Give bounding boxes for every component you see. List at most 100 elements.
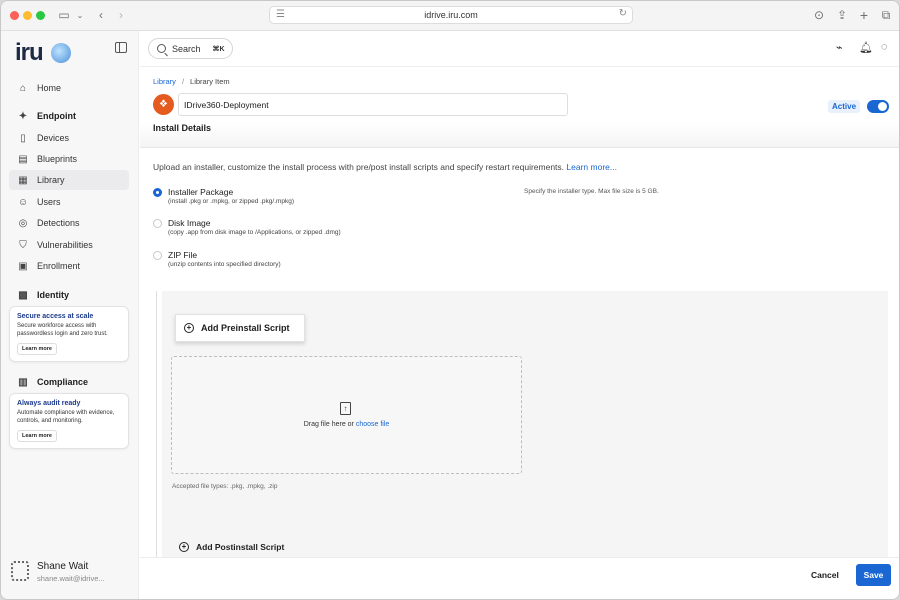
cancel-button[interactable]: Cancel bbox=[811, 570, 839, 580]
promo-title: Secure access at scale bbox=[17, 313, 94, 320]
radio-description: (copy .app from disk image to /Applicati… bbox=[168, 229, 341, 236]
search-label: Search bbox=[172, 43, 201, 54]
promo-card-identity: Secure access at scale Secure workforce … bbox=[9, 306, 129, 362]
devices-icon: ▯ bbox=[20, 132, 26, 144]
home-icon: ⌂ bbox=[19, 82, 27, 94]
sidebar-item-label: Library bbox=[37, 175, 65, 185]
sidebar-section-identity[interactable]: ▩ Identity bbox=[9, 285, 129, 305]
accepted-file-types: Accepted file types: .pkg, .mpkg, .zip bbox=[172, 483, 278, 490]
sidebar-item-label: Endpoint bbox=[37, 111, 76, 121]
site-settings-icon[interactable]: ☰ bbox=[276, 9, 285, 20]
sidebar-item-users[interactable]: ☺ Users bbox=[9, 192, 129, 212]
blueprints-icon: ▤ bbox=[18, 153, 28, 165]
sidebar-toggle-icon[interactable]: ▭ bbox=[57, 7, 71, 23]
save-button[interactable]: Save bbox=[856, 564, 891, 586]
radio-button[interactable] bbox=[153, 251, 162, 260]
address-bar[interactable]: ☰ idrive.iru.com ↻ bbox=[269, 6, 633, 24]
plus-circle-icon: + bbox=[184, 323, 194, 333]
breadcrumb-separator: / bbox=[181, 77, 185, 86]
button-label: Add Postinstall Script bbox=[196, 542, 285, 552]
drop-instruction: Drag file here or bbox=[303, 421, 354, 428]
user-profile[interactable]: Shane Wait shane.wait@idrive... bbox=[9, 557, 134, 587]
shield-icon: ⛉ bbox=[19, 239, 27, 251]
sidebar-item-devices[interactable]: ▯ Devices bbox=[9, 128, 129, 148]
search-shortcut: ⌘K bbox=[212, 45, 225, 53]
active-toggle[interactable] bbox=[867, 100, 889, 113]
sidebar-section-endpoint[interactable]: ✦ Endpoint bbox=[9, 106, 129, 126]
user-email: shane.wait@idrive... bbox=[37, 574, 105, 583]
sidebar-item-detections[interactable]: ◎ Detections bbox=[9, 213, 129, 233]
bell-icon[interactable]: 🔔︎ bbox=[859, 41, 873, 54]
radio-button[interactable] bbox=[153, 219, 162, 228]
endpoint-icon: ✦ bbox=[18, 110, 28, 122]
sidebar-item-label: Vulnerabilities bbox=[37, 240, 93, 250]
installer-hint: Specify the installer type. Max file siz… bbox=[524, 188, 659, 195]
sidebar-item-enrollment[interactable]: ▣ Enrollment bbox=[9, 256, 129, 276]
enrollment-icon: ▣ bbox=[18, 260, 28, 272]
users-icon: ☺ bbox=[17, 196, 29, 208]
sidebar-item-label: Devices bbox=[37, 133, 70, 143]
dropbox-icon: ❖ bbox=[153, 94, 174, 115]
sidebar-item-label: Detections bbox=[37, 218, 80, 228]
dropzone-text: Drag file here or choose file bbox=[172, 421, 521, 428]
sidebar-item-vulnerabilities[interactable]: ⛉ Vulnerabilities bbox=[9, 235, 129, 255]
add-preinstall-script-button[interactable]: + Add Preinstall Script bbox=[175, 314, 305, 342]
intro-text: Upload an installer, customize the insta… bbox=[153, 162, 565, 172]
sidebar-item-blueprints[interactable]: ▤ Blueprints bbox=[9, 149, 129, 169]
sidebar-item-label: Blueprints bbox=[37, 154, 78, 164]
library-item-name-input[interactable] bbox=[178, 93, 568, 116]
help-chat-icon[interactable]: ◌ bbox=[881, 41, 888, 53]
sidebar-item-label: Enrollment bbox=[37, 261, 81, 271]
sidebar-section-compliance[interactable]: ▥ Compliance bbox=[9, 372, 129, 392]
sidebar-item-label: Identity bbox=[37, 290, 70, 300]
radio-description: (install .pkg or .mpkg, or zipped .pkg/.… bbox=[168, 198, 295, 205]
learn-more-button[interactable]: Learn more bbox=[17, 343, 57, 355]
minimize-window-button[interactable] bbox=[23, 11, 32, 20]
new-tab-icon[interactable]: + bbox=[857, 7, 871, 23]
iru-logo[interactable]: iru bbox=[15, 39, 44, 67]
action-footer: Cancel Save bbox=[140, 557, 899, 599]
globe-icon bbox=[51, 43, 71, 63]
breadcrumb-library-link[interactable]: Library bbox=[153, 77, 176, 86]
section-header-background bbox=[140, 123, 899, 147]
learn-more-link[interactable]: Learn more... bbox=[566, 162, 617, 172]
search-icon bbox=[157, 44, 166, 53]
compliance-icon: ▥ bbox=[18, 376, 28, 388]
choose-file-link[interactable]: choose file bbox=[356, 421, 389, 428]
breadcrumb-current: Library Item bbox=[190, 77, 230, 86]
download-icon[interactable]: ⊙ bbox=[812, 7, 826, 23]
radio-label: Disk Image bbox=[168, 218, 211, 228]
plus-circle-icon: + bbox=[179, 542, 189, 552]
collapse-sidebar-icon[interactable] bbox=[115, 42, 127, 53]
promo-card-compliance: Always audit ready Automate compliance w… bbox=[9, 393, 129, 449]
close-window-button[interactable] bbox=[10, 11, 19, 20]
radio-description: (unzip contents into specified directory… bbox=[168, 261, 281, 268]
sidebar-item-label: Compliance bbox=[37, 377, 89, 387]
radio-label: Installer Package bbox=[168, 187, 234, 197]
status-badge: Active bbox=[828, 100, 861, 113]
file-dropzone[interactable]: ↑ Drag file here or choose file bbox=[171, 356, 522, 474]
zoom-window-button[interactable] bbox=[36, 11, 45, 20]
learn-more-button[interactable]: Learn more bbox=[17, 430, 57, 442]
tab-overview-icon[interactable]: ⧉ bbox=[879, 7, 893, 23]
search-button[interactable]: Search ⌘K bbox=[148, 38, 233, 59]
back-icon[interactable]: ‹ bbox=[95, 7, 107, 23]
sidebar-item-home[interactable]: ⌂ Home bbox=[9, 78, 129, 98]
sidebar-item-label: Users bbox=[37, 197, 61, 207]
url-text: idrive.iru.com bbox=[424, 10, 478, 20]
share-icon[interactable]: ⇪ bbox=[835, 7, 849, 23]
activity-icon[interactable]: ⌁ bbox=[836, 41, 843, 54]
install-intro: Upload an installer, customize the insta… bbox=[153, 162, 617, 172]
library-icon: ▦ bbox=[18, 174, 28, 186]
add-postinstall-script-button[interactable]: + Add Postinstall Script bbox=[179, 542, 284, 552]
radio-button[interactable] bbox=[153, 188, 162, 197]
sidebar-item-library[interactable]: ▦ Library bbox=[9, 170, 129, 190]
section-title: Install Details bbox=[153, 123, 212, 133]
detections-icon: ◎ bbox=[18, 217, 28, 229]
script-panel-rail bbox=[156, 291, 157, 557]
chevron-down-icon[interactable]: ⌄ bbox=[75, 7, 85, 23]
forward-icon[interactable]: › bbox=[115, 7, 127, 23]
reload-icon[interactable]: ↻ bbox=[619, 8, 627, 19]
upload-icon: ↑ bbox=[340, 402, 351, 415]
sidebar: iru ⌂ Home ✦ Endpoint ▯ Devices ▤ Bluepr… bbox=[1, 31, 139, 599]
